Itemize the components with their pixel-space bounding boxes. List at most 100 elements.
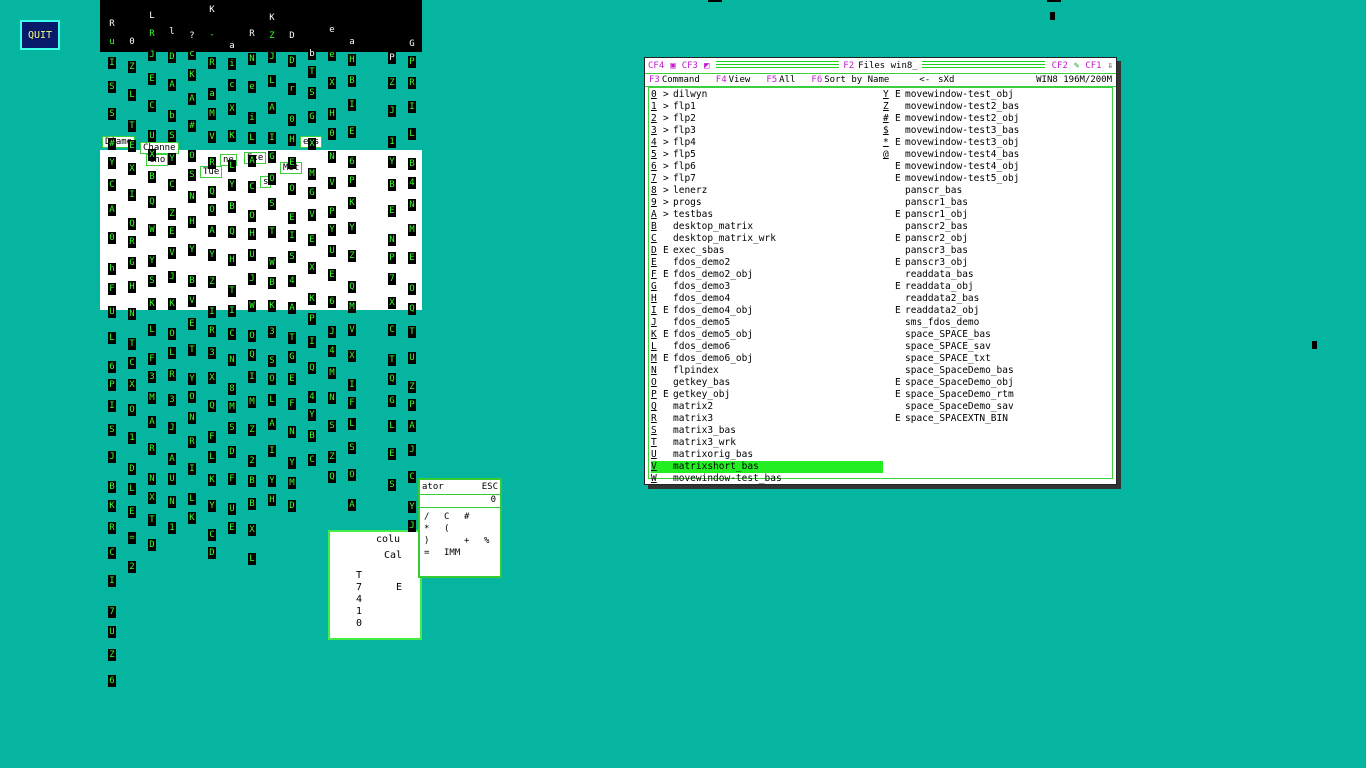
file-entry[interactable]: 6 > flp6 — [651, 161, 883, 173]
file-entry[interactable]: space_SPACE_bas — [883, 329, 1111, 341]
file-entry[interactable]: Espace_SpaceDemo_obj — [883, 377, 1111, 389]
file-entry[interactable]: Lfdos_demo6 — [651, 341, 883, 353]
cf1-button[interactable]: CF1 — [1082, 61, 1104, 71]
file-entry[interactable]: $ movewindow-test3_bas — [883, 125, 1111, 137]
file-entry[interactable]: D Eexec_sbas — [651, 245, 883, 257]
file-entry[interactable]: 5 > flp5 — [651, 149, 883, 161]
calculator-key[interactable]: / — [424, 512, 442, 522]
file-entry[interactable]: sms_fdos_demo — [883, 317, 1111, 329]
calculator-key[interactable] — [464, 524, 482, 534]
file-entry[interactable]: Cdesktop_matrix_wrk — [651, 233, 883, 245]
calculator-key[interactable]: IMM — [444, 548, 462, 558]
matrix-column: PZJ1YBENP7XCTQGLES — [388, 52, 396, 499]
menu-command[interactable]: F3 Command — [649, 75, 708, 85]
file-entry[interactable]: Espace_SPACEXTN_BIN — [883, 413, 1111, 425]
file-entry[interactable]: Ereaddata_obj — [883, 281, 1111, 293]
file-entry[interactable]: 2 > flp2 — [651, 113, 883, 125]
file-entry[interactable]: * Emovewindow-test3_obj — [883, 137, 1111, 149]
file-entry[interactable]: space_SpaceDemo_sav — [883, 401, 1111, 413]
calculator-window[interactable]: ator ESC 0 /C # *() +% = IMM — [418, 478, 502, 578]
file-entry[interactable]: F Efdos_demo2_obj — [651, 269, 883, 281]
file-entry[interactable]: readdata_bas — [883, 269, 1111, 281]
cf4-button[interactable]: CF4 — [645, 61, 667, 71]
file-entry[interactable]: Wmovewindow-test_bas — [651, 473, 883, 485]
file-entry[interactable]: Jfdos_demo5 — [651, 317, 883, 329]
file-entry[interactable]: space_SpaceDemo_bas — [883, 365, 1111, 377]
file-entry[interactable]: Ogetkey_bas — [651, 377, 883, 389]
file-entry[interactable]: space_SPACE_sav — [883, 341, 1111, 353]
calculator-key[interactable] — [484, 524, 502, 534]
quit-button[interactable]: QUIT — [20, 20, 60, 50]
file-entry[interactable]: 7 > flp7 — [651, 173, 883, 185]
file-entry[interactable]: space_SPACE_txt — [883, 353, 1111, 365]
file-entry-name: getkey_bas — [673, 377, 731, 388]
file-entry[interactable]: Epanscr3_obj — [883, 257, 1111, 269]
file-entry[interactable]: I Efdos_demo4_obj — [651, 305, 883, 317]
file-entry[interactable]: Rmatrix3 — [651, 413, 883, 425]
menu-sort[interactable]: F6 Sort by Name — [811, 75, 897, 85]
calculator-esc-button[interactable]: ESC — [482, 482, 498, 492]
file-entry[interactable]: K Efdos_demo5_obj — [651, 329, 883, 341]
calculator-key[interactable]: ) — [424, 536, 442, 546]
file-entry[interactable]: Hfdos_demo4 — [651, 293, 883, 305]
file-entry[interactable]: readdata2_bas — [883, 293, 1111, 305]
cf3-button[interactable]: CF3 — [679, 61, 701, 71]
file-entry[interactable]: A > testbas — [651, 209, 883, 221]
restore-icon[interactable]: ◩ — [701, 61, 712, 71]
file-entry[interactable]: 9 > progs — [651, 197, 883, 209]
file-entry[interactable]: panscr3_bas — [883, 245, 1111, 257]
matrix-glyph: G — [288, 351, 296, 363]
file-entry[interactable]: Qmatrix2 — [651, 401, 883, 413]
file-entry[interactable]: Smatrix3_bas — [651, 425, 883, 437]
file-entry[interactable]: Nflpindex — [651, 365, 883, 377]
file-entry[interactable]: Umatrixorig_bas — [651, 449, 883, 461]
calculator-key[interactable] — [484, 512, 502, 522]
file-entry[interactable]: 0 > dilwyn — [651, 89, 883, 101]
file-entry[interactable]: Zmovewindow-test2_bas — [883, 101, 1111, 113]
file-entry[interactable]: Espace_SpaceDemo_rtm — [883, 389, 1111, 401]
file-entry[interactable]: Ereaddata2_obj — [883, 305, 1111, 317]
file-entry[interactable]: Emovewindow-test5_obj — [883, 173, 1111, 185]
file-entry[interactable]: panscr_bas — [883, 185, 1111, 197]
file-entry[interactable]: Bdesktop_matrix — [651, 221, 883, 233]
file-entry[interactable]: Epanscr2_obj — [883, 233, 1111, 245]
calculator-key[interactable] — [484, 548, 502, 558]
file-entry[interactable]: 8 > lenerz — [651, 185, 883, 197]
calculator-key[interactable]: + — [464, 536, 482, 546]
menu-view[interactable]: F4 View — [716, 75, 759, 85]
file-entry[interactable]: P Egetkey_obj — [651, 389, 883, 401]
file-entry[interactable]: # Emovewindow-test2_obj — [883, 113, 1111, 125]
window-icon[interactable]: ▣ — [667, 61, 678, 71]
calculator-key[interactable]: * — [424, 524, 442, 534]
edit-icon[interactable]: ✎ — [1071, 61, 1082, 71]
cf2-button[interactable]: CF2 — [1049, 61, 1071, 71]
files-titlebar[interactable]: CF4 ▣ CF3 ◩ F2 Files win8_ CF2 ✎ CF1 ⇩ — [645, 58, 1116, 74]
down-arrow-icon[interactable]: ⇩ — [1105, 61, 1116, 71]
calculator-key[interactable]: # — [464, 512, 482, 522]
file-entry[interactable]: Epanscr1_obj — [883, 209, 1111, 221]
calculator-key[interactable]: % — [484, 536, 502, 546]
file-entry[interactable]: Vmatrixshort_bas — [651, 461, 883, 473]
file-entry[interactable]: Gfdos_demo3 — [651, 281, 883, 293]
file-entry[interactable]: panscr2_bas — [883, 221, 1111, 233]
calculator-key[interactable] — [444, 536, 462, 546]
matrix-glyph: B — [148, 171, 156, 183]
file-entry[interactable]: 4 > flp4 — [651, 137, 883, 149]
menu-all[interactable]: F5 All — [766, 75, 803, 85]
calculator-key[interactable]: = — [424, 548, 442, 558]
file-entry[interactable]: M Efdos_demo6_obj — [651, 353, 883, 365]
file-entry[interactable]: 3 > flp3 — [651, 125, 883, 137]
files-window[interactable]: CF4 ▣ CF3 ◩ F2 Files win8_ CF2 ✎ CF1 ⇩ F… — [644, 57, 1117, 485]
file-entry[interactable]: Tmatrix3_wrk — [651, 437, 883, 449]
calculator-key[interactable]: C — [444, 512, 462, 522]
calculator-key[interactable] — [464, 548, 482, 558]
file-entry[interactable]: Y Emovewindow-test_obj — [883, 89, 1111, 101]
file-entry[interactable]: Efdos_demo2 — [651, 257, 883, 269]
file-entry[interactable]: panscr1_bas — [883, 197, 1111, 209]
file-entry[interactable]: 1 > flp1 — [651, 101, 883, 113]
file-entry[interactable]: @ movewindow-test4_bas — [883, 149, 1111, 161]
calculator-key[interactable]: ( — [444, 524, 462, 534]
file-entry[interactable]: Emovewindow-test4_obj — [883, 161, 1111, 173]
path-back-button[interactable]: <- — [919, 75, 930, 85]
calculator-titlebar[interactable]: ator ESC — [420, 480, 500, 495]
